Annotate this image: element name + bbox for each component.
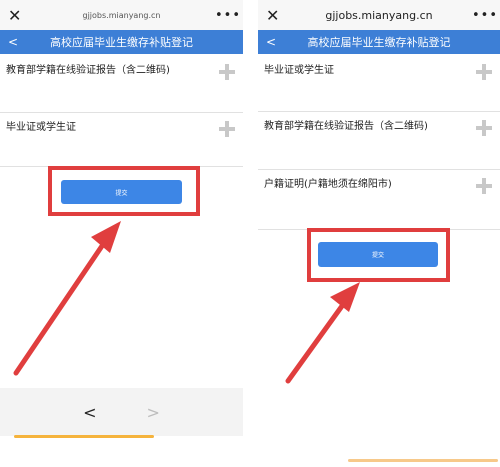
right-phone-screen: ✕ gjjobs.mianyang.cn ••• < 高校应届毕业生缴存补贴登记… xyxy=(258,0,500,467)
bottom-navigation: < > xyxy=(0,388,243,436)
upload-label: 户籍证明(户籍地须在绵阳市) xyxy=(264,179,392,190)
nav-forward-icon[interactable]: > xyxy=(147,403,160,422)
add-icon[interactable] xyxy=(476,120,492,136)
upload-row-diploma[interactable]: 毕业证或学生证 xyxy=(258,56,500,112)
upload-row-education-report[interactable]: 教育部学籍在线验证报告（含二维码) xyxy=(0,56,243,113)
close-icon[interactable]: ✕ xyxy=(8,6,28,25)
upload-row-household-register[interactable]: 户籍证明(户籍地须在绵阳市) xyxy=(258,170,500,230)
highlight-box xyxy=(307,228,450,282)
upload-row-education-report[interactable]: 教育部学籍在线验证报告（含二维码) xyxy=(258,112,500,170)
back-icon[interactable]: < xyxy=(266,35,286,49)
upload-label: 毕业证或学生证 xyxy=(264,65,334,76)
close-icon[interactable]: ✕ xyxy=(266,6,286,25)
upload-label: 教育部学籍在线验证报告（含二维码) xyxy=(264,121,428,132)
page-header: < 高校应届毕业生缴存补贴登记 xyxy=(0,30,243,54)
add-icon[interactable] xyxy=(219,121,235,137)
page-header: < 高校应届毕业生缴存补贴登记 xyxy=(258,30,500,54)
add-icon[interactable] xyxy=(476,178,492,194)
left-phone-screen: ✕ gjjobs.mianyang.cn ••• < 高校应届毕业生缴存补贴登记… xyxy=(0,0,243,467)
nav-back-icon[interactable]: < xyxy=(83,403,96,422)
more-menu-icon[interactable]: ••• xyxy=(472,8,497,23)
upload-row-diploma[interactable]: 毕业证或学生证 xyxy=(0,113,243,167)
home-indicator xyxy=(14,435,154,438)
add-icon[interactable] xyxy=(219,64,235,80)
url-text: gjjobs.mianyang.cn xyxy=(325,8,433,22)
upload-label: 毕业证或学生证 xyxy=(6,122,76,133)
browser-top-bar: ✕ gjjobs.mianyang.cn ••• xyxy=(258,0,500,30)
more-menu-icon[interactable]: ••• xyxy=(215,8,240,23)
add-icon[interactable] xyxy=(476,64,492,80)
home-indicator xyxy=(348,459,498,462)
browser-top-bar: ✕ gjjobs.mianyang.cn ••• xyxy=(0,0,243,30)
upload-label: 教育部学籍在线验证报告（含二维码) xyxy=(6,65,170,76)
back-icon[interactable]: < xyxy=(8,35,28,49)
highlight-box xyxy=(48,166,200,216)
page-title: 高校应届毕业生缴存补贴登记 xyxy=(50,36,193,49)
page-title: 高校应届毕业生缴存补贴登记 xyxy=(307,36,451,49)
url-text: gjjobs.mianyang.cn xyxy=(82,10,161,20)
